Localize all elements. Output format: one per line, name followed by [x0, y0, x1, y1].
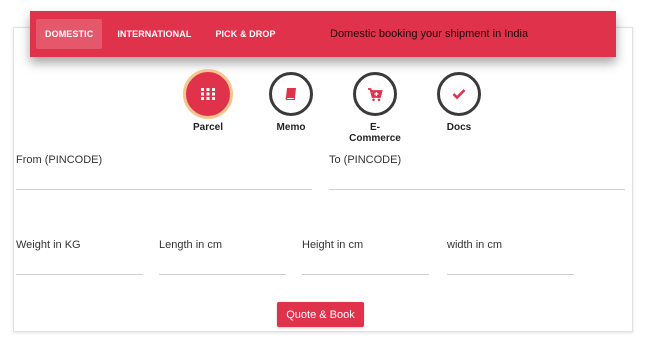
- quote-and-book-button[interactable]: Quote & Book: [277, 302, 364, 327]
- check-icon: [452, 89, 466, 100]
- weight-input[interactable]: [16, 253, 143, 275]
- grid-icon: [201, 88, 215, 100]
- length-label: Length in cm: [159, 239, 222, 251]
- docs-circle: [437, 72, 481, 116]
- to-pincode-label: To (PINCODE): [329, 154, 402, 166]
- from-pincode-label: From (PINCODE): [16, 154, 103, 166]
- shipment-type-label: Memo: [276, 122, 306, 133]
- shipment-type-docs[interactable]: Docs: [429, 72, 489, 133]
- tab-pick-and-drop[interactable]: PICK & DROP: [206, 19, 284, 49]
- shipment-type-ecommerce[interactable]: E-Commerce: [345, 72, 405, 144]
- shipment-type-label: Parcel: [192, 122, 224, 133]
- weight-label: Weight in KG: [16, 239, 81, 251]
- tab-international[interactable]: INTERNATIONAL: [108, 19, 200, 49]
- shipment-type-memo[interactable]: Memo: [261, 72, 321, 133]
- shipment-type-parcel[interactable]: Parcel: [178, 69, 238, 133]
- to-pincode-input[interactable]: [329, 168, 625, 190]
- shipment-type-selector: Parcel Memo E-Commerce Docs: [0, 69, 645, 144]
- width-input[interactable]: [447, 253, 574, 275]
- from-pincode-input[interactable]: [16, 168, 312, 190]
- memo-circle: [269, 72, 313, 116]
- ecommerce-circle: [353, 72, 397, 116]
- height-label: Height in cm: [302, 239, 364, 251]
- length-input[interactable]: [159, 253, 286, 275]
- page-title: Domestic booking your shipment in India: [330, 28, 529, 40]
- shipment-type-label: Docs: [446, 122, 472, 133]
- shipment-type-label: E-Commerce: [349, 122, 401, 144]
- parcel-circle: [183, 69, 233, 119]
- height-input[interactable]: [302, 253, 429, 275]
- width-label: width in cm: [447, 239, 503, 251]
- book-icon: [285, 88, 296, 100]
- top-nav-bar: DOMESTIC INTERNATIONAL PICK & DROP Domes…: [30, 11, 616, 57]
- cart-icon: [368, 87, 383, 101]
- tab-domestic[interactable]: DOMESTIC: [36, 19, 103, 49]
